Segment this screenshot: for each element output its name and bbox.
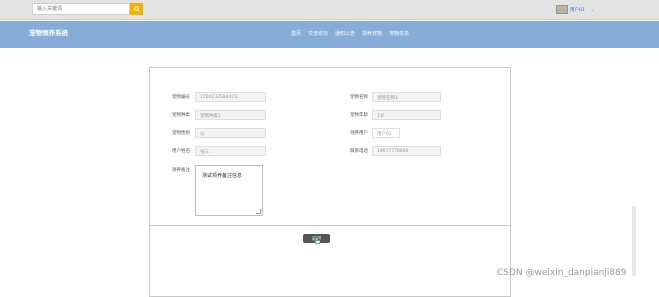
search-box <box>32 3 131 15</box>
adoption-detail-card: 宠物编号 1704233584473 宠物名称 宠物名称1 宠物种类 宠物种类1… <box>149 67 511 297</box>
hand-cursor-icon <box>314 237 321 245</box>
remark-text: 测试领养备注信息 <box>202 173 243 179</box>
field-pet-id[interactable]: 1704233584473 <box>195 92 266 102</box>
nav-item-forum[interactable]: 交流论坛 <box>308 30 328 37</box>
search-icon <box>133 6 140 12</box>
user-menu[interactable]: 用户01 ⌄ <box>556 5 594 14</box>
divider <box>150 225 510 226</box>
field-label-user-name: 用户姓名 <box>172 149 190 154</box>
main-nav: 宠物领养系统 首页 交流论坛 通知公告 领养宠物 宠物信息 <box>0 21 659 48</box>
nav-item-notices[interactable]: 通知公告 <box>335 30 355 37</box>
nav-item-adopt-pets[interactable]: 领养宠物 <box>362 30 382 37</box>
field-pet-type[interactable]: 宠物种类1 <box>195 110 266 120</box>
site-title: 宠物领养系统 <box>29 29 68 37</box>
avatar <box>556 5 568 14</box>
field-label-pet-type: 宠物种类 <box>172 113 190 118</box>
field-user-name[interactable]: 张三 <box>195 146 266 156</box>
nav-menu: 首页 交流论坛 通知公告 领养宠物 宠物信息 <box>291 30 416 37</box>
nav-item-home[interactable]: 首页 <box>291 30 301 37</box>
scrollbar[interactable] <box>632 206 636 276</box>
search-input[interactable] <box>33 4 131 14</box>
field-label-adopter: 领养用户 <box>350 131 368 136</box>
field-label-pet-age: 宠物年龄 <box>350 113 368 118</box>
search-button[interactable] <box>130 3 143 15</box>
field-pet-age[interactable]: 1岁 <box>372 110 441 120</box>
top-bar: 用户01 ⌄ <box>0 0 659 20</box>
field-pet-name[interactable]: 宠物名称1 <box>372 92 441 102</box>
chevron-down-icon: ⌄ <box>590 7 595 12</box>
nav-item-pet-info[interactable]: 宠物信息 <box>389 30 409 37</box>
field-label-pet-name: 宠物名称 <box>350 95 368 100</box>
field-phone[interactable]: 18077778888 <box>372 146 441 156</box>
field-label-remark: 领养备注 <box>172 168 190 173</box>
remark-textarea[interactable]: 测试领养备注信息 <box>195 165 263 216</box>
field-label-pet-id: 宠物编号 <box>172 95 190 100</box>
watermark: CSDN @weixin_danpianji889 <box>497 268 627 278</box>
field-label-pet-gender: 宠物性别 <box>172 131 190 136</box>
field-label-phone: 联系电话 <box>350 149 368 154</box>
field-pet-gender[interactable]: 公 <box>195 128 266 138</box>
resize-handle-icon[interactable] <box>256 209 261 214</box>
field-adopter[interactable]: 用户01 <box>372 128 400 138</box>
username: 用户01 <box>570 7 585 13</box>
